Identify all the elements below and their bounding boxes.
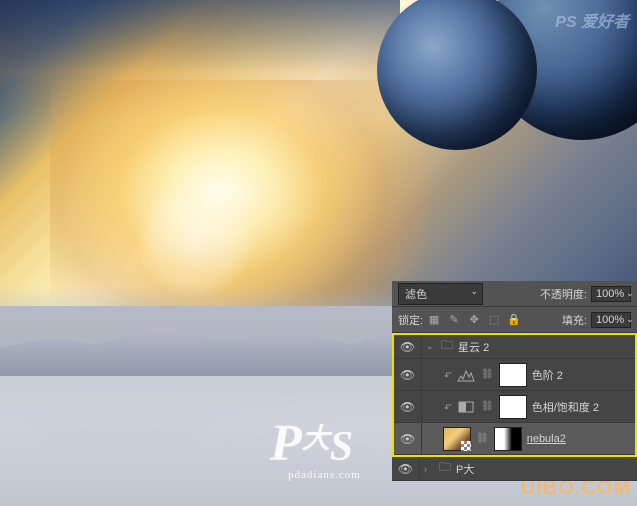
link-icon[interactable]: ⛓ xyxy=(481,369,494,380)
watermark-url: pdadians.com xyxy=(288,469,361,481)
clip-mask-icon: ↳ xyxy=(442,403,453,411)
eye-icon: 👁 xyxy=(400,432,415,446)
lock-label: 锁定: xyxy=(398,312,423,328)
lock-all-icon[interactable]: 🔒 xyxy=(507,313,521,327)
watermark-p: P xyxy=(270,414,302,473)
blend-mode-select[interactable]: 滤色 ⌄ xyxy=(398,283,483,305)
eye-icon: 👁 xyxy=(400,400,415,414)
visibility-toggle[interactable]: 👁 xyxy=(394,335,422,358)
chevron-down-icon: ⌄ xyxy=(626,314,634,326)
opacity-input[interactable]: 100% ⌄ xyxy=(591,286,631,302)
lock-artboard-icon[interactable]: ⬚ xyxy=(487,313,501,327)
fill-input[interactable]: 100% ⌄ xyxy=(591,312,631,328)
opacity-value: 100% xyxy=(596,288,624,300)
lock-position-icon[interactable]: ✥ xyxy=(467,313,481,327)
visibility-toggle[interactable]: 👁 xyxy=(392,457,420,480)
opacity-label: 不透明度: xyxy=(540,286,587,302)
blend-mode-value: 滤色 xyxy=(405,289,427,301)
layer-name[interactable]: 色阶 2 xyxy=(532,367,563,383)
lock-transparency-icon[interactable]: ▦ xyxy=(427,313,441,327)
layer-group-nebula[interactable]: 👁 ⌄ 🗀 星云 2 xyxy=(394,335,635,359)
blend-opacity-row: 滤色 ⌄ 不透明度: 100% ⌄ xyxy=(392,281,637,307)
folder-icon: 🗀 xyxy=(439,458,451,479)
collapse-arrow-icon[interactable]: ⌄ xyxy=(426,341,436,352)
watermark-s: S xyxy=(330,424,353,470)
layer-nebula2[interactable]: 👁 ⛓ nebula2 xyxy=(394,423,635,455)
watermark-ps: P大S pdadians.com xyxy=(270,414,361,481)
lock-icons-group: ▦ ✎ ✥ ⬚ 🔒 xyxy=(427,313,521,327)
watermark-corner: PS 爱好者 xyxy=(555,8,629,32)
layer-name[interactable]: 色相/饱和度 2 xyxy=(532,399,599,415)
chevron-down-icon: ⌄ xyxy=(470,286,478,297)
layer-name[interactable]: P大 xyxy=(456,461,474,477)
folder-icon: 🗀 xyxy=(441,336,453,357)
layers-panel: 滤色 ⌄ 不透明度: 100% ⌄ 锁定: ▦ ✎ ✥ ⬚ 🔒 填充: 100%… xyxy=(392,281,637,481)
layer-levels[interactable]: 👁 ↳ ⛓ 色阶 2 xyxy=(394,359,635,391)
layer-group-pda[interactable]: 👁 › 🗀 P大 xyxy=(392,457,637,481)
chevron-down-icon: ⌄ xyxy=(626,288,634,300)
layer-name[interactable]: 星云 2 xyxy=(458,339,489,355)
highlighted-group: 👁 ⌄ 🗀 星云 2 👁 ↳ ⛓ 色阶 2 xyxy=(392,333,637,457)
planet-small xyxy=(377,0,537,150)
layer-thumbnail[interactable] xyxy=(443,427,471,451)
eye-icon: 👁 xyxy=(400,340,415,354)
expand-arrow-icon[interactable]: › xyxy=(424,464,434,474)
layer-huesat[interactable]: 👁 ↳ ⛓ 色相/饱和度 2 xyxy=(394,391,635,423)
layer-name[interactable]: nebula2 xyxy=(527,433,566,445)
levels-adjustment-icon xyxy=(456,367,476,383)
layer-mask-thumb[interactable] xyxy=(499,363,527,387)
link-icon[interactable]: ⛓ xyxy=(476,433,489,444)
layer-mask-thumb[interactable] xyxy=(499,395,527,419)
lock-fill-row: 锁定: ▦ ✎ ✥ ⬚ 🔒 填充: 100% ⌄ xyxy=(392,307,637,333)
huesat-adjustment-icon xyxy=(456,399,476,415)
visibility-toggle[interactable]: 👁 xyxy=(394,391,422,422)
layer-list: 👁 ⌄ 🗀 星云 2 👁 ↳ ⛓ 色阶 2 xyxy=(392,333,637,481)
visibility-toggle[interactable]: 👁 xyxy=(394,423,422,454)
link-icon[interactable]: ⛓ xyxy=(481,401,494,412)
fill-label: 填充: xyxy=(562,312,587,328)
layer-mask-thumb[interactable] xyxy=(494,427,522,451)
eye-icon: 👁 xyxy=(400,368,415,382)
visibility-toggle[interactable]: 👁 xyxy=(394,359,422,390)
sun-disk xyxy=(135,180,255,300)
lock-pixels-icon[interactable]: ✎ xyxy=(447,313,461,327)
watermark-d: 大 xyxy=(302,417,330,457)
eye-icon: 👁 xyxy=(398,462,413,476)
clip-mask-icon: ↳ xyxy=(442,371,453,379)
fill-value: 100% xyxy=(596,314,624,326)
